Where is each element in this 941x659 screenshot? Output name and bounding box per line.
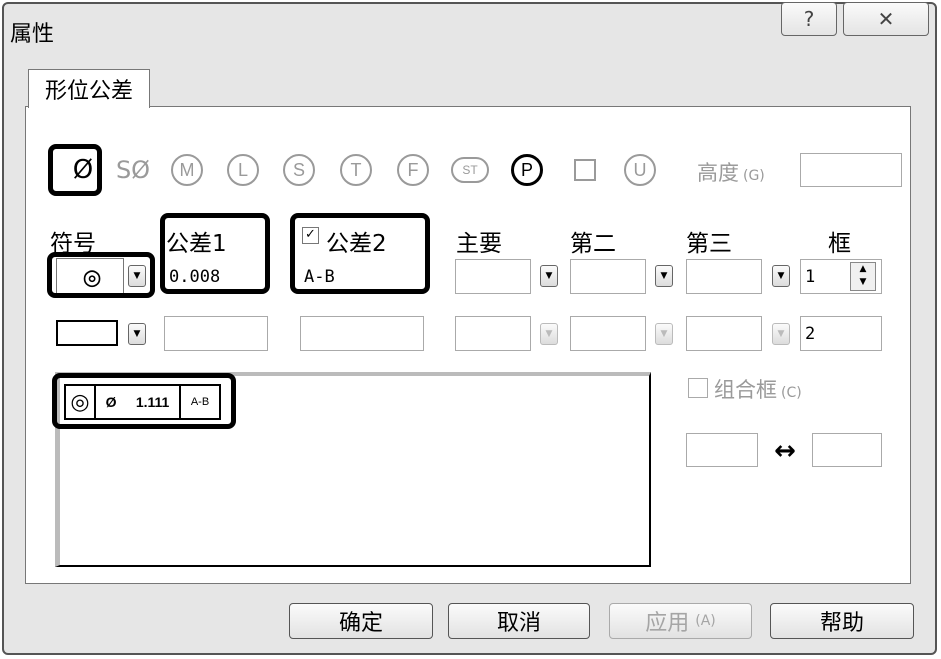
modifier-p-button[interactable]: P: [507, 150, 547, 190]
spherical-diameter-symbol-button[interactable]: SØ: [110, 150, 156, 190]
symbol-dropdown-button-row2[interactable]: ▼: [128, 323, 146, 345]
symbol-select-row2[interactable]: [56, 320, 118, 346]
tertiary-input-row2[interactable]: [686, 316, 762, 351]
secondary-input-row2[interactable]: [570, 316, 646, 351]
tertiary-input[interactable]: [686, 259, 762, 294]
symbol-highlight: [47, 252, 155, 298]
secondary-dropdown-button-row2[interactable]: ▼: [655, 323, 673, 345]
tolerance1-input-row2[interactable]: [164, 316, 268, 351]
tolerance2-highlight: [290, 213, 430, 294]
modifier-t-button[interactable]: T: [336, 150, 376, 190]
help-icon: ?: [803, 7, 815, 31]
combo-frame-label: 组合框 (C): [714, 378, 802, 402]
square-symbol-button[interactable]: [565, 150, 605, 190]
diameter-highlight: [48, 144, 102, 196]
height-input[interactable]: [800, 153, 902, 187]
apply-button[interactable]: 应用 (A): [609, 603, 752, 639]
frame-spinner-arrows[interactable]: ▲ ▼: [850, 262, 876, 291]
tolerance1-highlight: [160, 213, 270, 294]
double-arrow-icon: ↔: [774, 436, 796, 466]
cancel-button[interactable]: 取消: [448, 603, 590, 639]
primary-input[interactable]: [455, 259, 531, 294]
tab-form-position-tolerance[interactable]: 形位公差: [28, 69, 150, 108]
tolerance2-input-row2[interactable]: [300, 316, 424, 351]
primary-header: 主要: [456, 231, 502, 257]
tertiary-header: 第三: [686, 231, 732, 257]
combo-left-input[interactable]: [686, 433, 758, 467]
modifier-f-button[interactable]: F: [393, 150, 433, 190]
secondary-header: 第二: [570, 231, 616, 257]
ok-button[interactable]: 确定: [289, 603, 433, 639]
frame-header: 框: [828, 231, 851, 257]
frame-input-row2[interactable]: 2: [800, 316, 882, 351]
close-icon: ✕: [877, 7, 895, 31]
primary-input-row2[interactable]: [455, 316, 531, 351]
modifier-m-button[interactable]: M: [167, 150, 207, 190]
preview-highlight: [52, 373, 236, 429]
modifier-l-button[interactable]: L: [223, 150, 263, 190]
secondary-dropdown-button[interactable]: ▼: [655, 265, 673, 287]
dialog-title: 属性: [10, 22, 55, 47]
close-button[interactable]: ✕: [843, 2, 929, 36]
primary-dropdown-button-row2[interactable]: ▼: [540, 323, 558, 345]
help-title-button[interactable]: ?: [781, 2, 837, 36]
secondary-input[interactable]: [570, 259, 646, 294]
modifier-s-button[interactable]: S: [279, 150, 319, 190]
help-button[interactable]: 帮助: [770, 603, 914, 639]
primary-dropdown-button[interactable]: ▼: [540, 265, 558, 287]
modifier-st-button[interactable]: ST: [450, 150, 490, 190]
tertiary-dropdown-button[interactable]: ▼: [772, 265, 790, 287]
combo-right-input[interactable]: [812, 433, 882, 467]
combo-frame-checkbox[interactable]: [688, 378, 708, 398]
modifier-u-button[interactable]: U: [620, 150, 660, 190]
height-label: 高度 (G): [697, 161, 765, 185]
tertiary-dropdown-button-row2[interactable]: ▼: [772, 323, 790, 345]
